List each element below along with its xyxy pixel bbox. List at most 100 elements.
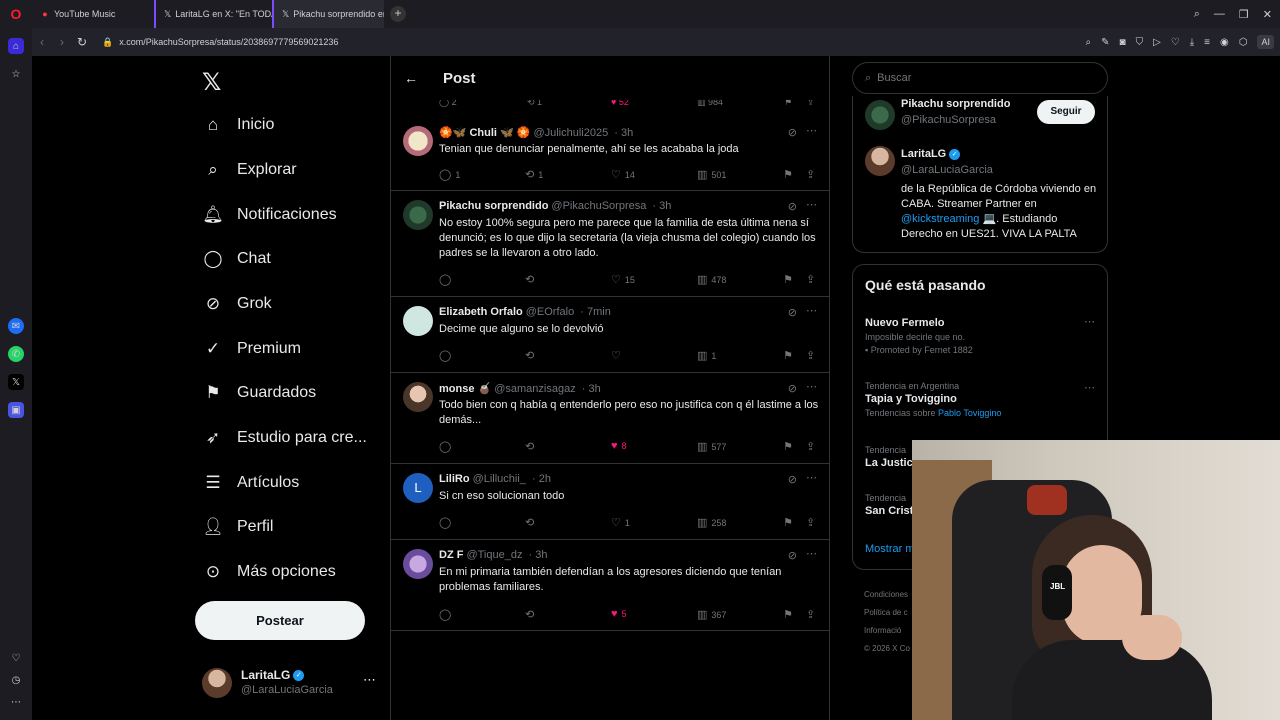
- close-icon[interactable]: ✕: [1263, 8, 1272, 21]
- forward-icon[interactable]: ›: [52, 35, 72, 49]
- account-name[interactable]: LaritaLG ✓: [901, 148, 961, 160]
- trend-item[interactable]: Nuevo Fermelo Imposible decirle que no. …: [865, 315, 1095, 355]
- zoom-icon[interactable]: ⌕: [1086, 37, 1092, 48]
- views-button[interactable]: ▥ 501: [697, 168, 726, 181]
- like-button[interactable]: ♡: [611, 349, 625, 362]
- shield-icon[interactable]: ⛉: [1136, 37, 1144, 48]
- bookmark-button[interactable]: ⚑: [783, 440, 793, 453]
- search-input[interactable]: ⌕ Buscar: [852, 62, 1108, 94]
- sidebar-item-articulos[interactable]: ☰ Artículos: [202, 463, 299, 503]
- download-icon[interactable]: ⤓: [1190, 37, 1194, 48]
- more-icon[interactable]: ⋯: [806, 380, 817, 393]
- tweet-author[interactable]: 🏵️🦋 Chuli 🦋 🏵️: [439, 127, 530, 139]
- views-button[interactable]: ▥ 1: [697, 349, 716, 362]
- more-icon[interactable]: ⋯: [806, 304, 817, 317]
- ai-button[interactable]: AI: [1257, 35, 1274, 49]
- like-button[interactable]: ♡ 14: [611, 168, 635, 181]
- tweet-time[interactable]: · 2h: [532, 473, 551, 485]
- x-logo-icon[interactable]: 𝕏: [202, 68, 221, 97]
- camera-icon[interactable]: ◙: [1120, 37, 1126, 48]
- reply-button[interactable]: ◯: [439, 608, 455, 621]
- tweet[interactable]: 🏵️🦋 Chuli 🦋 🏵️ @Julichuli2025 · 3h ⊘ ⋯ Te…: [391, 118, 829, 191]
- more-icon[interactable]: ⋯: [806, 124, 817, 137]
- account-switcher[interactable]: LaritaLG ✓ @LaraLuciaGarcia ⋯: [202, 666, 382, 706]
- tab-youtube-music[interactable]: ● YouTube Music: [32, 0, 150, 28]
- tweet-time[interactable]: · 7min: [580, 306, 611, 318]
- tweet[interactable]: Pikachu sorprendido @PikachuSorpresa · 3h…: [391, 192, 829, 297]
- url-field[interactable]: 🔒 x.com/PikachuSorpresa/status/203869777…: [102, 37, 338, 48]
- views-button[interactable]: ▥ 367: [697, 608, 726, 621]
- back-icon[interactable]: ‹: [32, 35, 52, 49]
- sidebar-item-explorar[interactable]: ⌕ Explorar: [202, 150, 296, 190]
- app-icon[interactable]: ▣: [8, 402, 24, 418]
- share-button[interactable]: ⇪: [806, 608, 815, 621]
- bookmark-button[interactable]: ⚑: [783, 608, 793, 621]
- tweet-handle[interactable]: @samanzisagaz: [494, 383, 575, 395]
- tweet-time[interactable]: · 3h: [614, 127, 633, 139]
- tweet[interactable]: L LiliRo @Lilluchii_ · 2h ⊘ ⋯ Si cn eso s…: [391, 465, 829, 540]
- bookmark-button[interactable]: ⚑: [783, 516, 793, 529]
- repost-button[interactable]: ⟲: [525, 273, 538, 286]
- avatar[interactable]: [865, 100, 895, 130]
- tweet-handle[interactable]: @EOrfalo: [526, 306, 574, 318]
- more-icon[interactable]: ⋯: [806, 547, 817, 560]
- tab-pikachu[interactable]: 𝕏 Pikachu sorprendido en X: [272, 0, 384, 28]
- repost-button[interactable]: ⟲: [525, 349, 538, 362]
- tweet[interactable]: Elizabeth Orfalo @EOrfalo · 7min ⊘ ⋯ Deci…: [391, 298, 829, 373]
- home-icon[interactable]: ⌂: [8, 38, 24, 54]
- grok-icon[interactable]: ⊘: [788, 549, 797, 562]
- tweet-time[interactable]: · 3h: [582, 383, 601, 395]
- tweet-author[interactable]: Pikachu sorprendido: [439, 200, 548, 212]
- footer-link[interactable]: Informació: [864, 622, 910, 640]
- tweet[interactable]: monse 🧉 @samanzisagaz · 3h ⊘ ⋯ Todo bien …: [391, 374, 829, 464]
- grok-icon[interactable]: ⊘: [788, 126, 797, 139]
- avatar[interactable]: [403, 200, 433, 230]
- new-tab-button[interactable]: +: [390, 6, 406, 22]
- avatar[interactable]: [403, 306, 433, 336]
- tweet-time[interactable]: · 3h: [529, 549, 548, 561]
- account-icon[interactable]: ◉: [1220, 37, 1229, 48]
- menu-icon[interactable]: ≡: [1204, 37, 1210, 48]
- grok-icon[interactable]: ⊘: [788, 200, 797, 213]
- tweet-author[interactable]: Elizabeth Orfalo: [439, 306, 523, 318]
- reply-button[interactable]: ◯: [439, 440, 455, 453]
- grok-icon[interactable]: ⊘: [788, 382, 797, 395]
- bookmark-button[interactable]: ⚑: [783, 273, 793, 286]
- more-icon[interactable]: ⋯: [1084, 315, 1095, 328]
- back-arrow-icon[interactable]: ←: [391, 70, 431, 86]
- more-icon[interactable]: ⋯: [806, 471, 817, 484]
- bookmark-button[interactable]: ⚑: [783, 168, 793, 181]
- repost-button[interactable]: ⟲ 1: [525, 168, 543, 181]
- like-button[interactable]: ♡ 1: [611, 516, 630, 529]
- follow-button[interactable]: Seguir: [1037, 100, 1095, 124]
- tweet-handle[interactable]: @PikachuSorpresa: [551, 200, 646, 212]
- tab-laritalg[interactable]: 𝕏 LaritaLG en X: "En TODAS: [154, 0, 272, 28]
- reply-button[interactable]: ◯: [439, 516, 455, 529]
- views-button[interactable]: ▥ 577: [697, 440, 726, 453]
- footer-link[interactable]: Política de c: [864, 604, 910, 622]
- account-name[interactable]: Pikachu sorprendido: [901, 98, 1010, 110]
- views-button[interactable]: ▥ 258: [697, 516, 726, 529]
- like-button[interactable]: ♥ 8: [611, 440, 627, 452]
- star-icon[interactable]: ☆: [8, 66, 24, 82]
- more-icon[interactable]: ⋯: [8, 694, 24, 710]
- avatar[interactable]: [403, 382, 433, 412]
- sidebar-item-notificaciones[interactable]: 🔔︎ Notificaciones: [202, 195, 336, 235]
- footer-link[interactable]: Condiciones: [864, 586, 910, 604]
- tweet-author[interactable]: monse 🧉: [439, 383, 491, 395]
- more-icon[interactable]: ⋯: [806, 198, 817, 211]
- reload-icon[interactable]: ↻: [72, 35, 92, 49]
- repost-button[interactable]: ⟲: [525, 516, 538, 529]
- tweet-time[interactable]: · 3h: [652, 200, 671, 212]
- heart-icon[interactable]: ♡: [8, 650, 24, 666]
- sidebar-item-perfil[interactable]: 👤︎ Perfil: [202, 507, 273, 547]
- show-more-link[interactable]: Mostrar m: [865, 543, 915, 555]
- trend-item[interactable]: Tendencia en Argentina Tapia y Toviggino…: [865, 381, 1095, 418]
- sidebar-item-estudio[interactable]: ➶ Estudio para cre...: [202, 418, 367, 458]
- edit-icon[interactable]: ✎: [1101, 37, 1109, 48]
- tweet-author[interactable]: DZ F: [439, 549, 463, 561]
- share-button[interactable]: ⇪: [806, 273, 815, 286]
- play-icon[interactable]: ▷: [1153, 37, 1161, 48]
- extensions-icon[interactable]: ⬡: [1239, 37, 1248, 48]
- like-button[interactable]: ♥ 5: [611, 608, 627, 620]
